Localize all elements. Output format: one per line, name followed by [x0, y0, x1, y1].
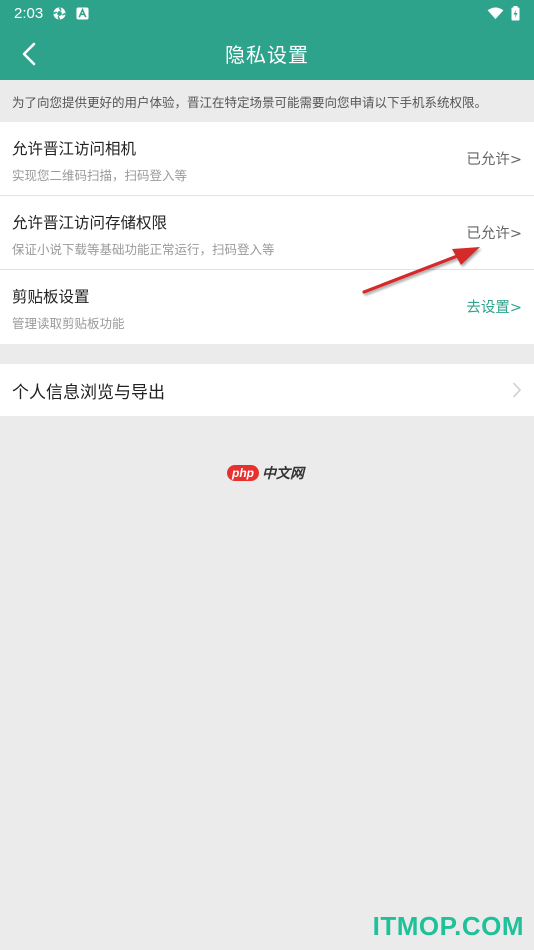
notice-text: 为了向您提供更好的用户体验，晋江在特定场景可能需要向您申请以下手机系统权限。	[0, 80, 534, 122]
annotation-arrow-icon	[362, 247, 480, 294]
permission-title: 允许晋江访问相机	[12, 140, 137, 158]
page-title: 隐私设置	[225, 43, 309, 67]
permission-description: 保证小说下载等基础功能正常运行，扫码登入等	[12, 242, 275, 257]
permission-description: 管理读取剪贴板功能	[12, 316, 125, 331]
permission-list: 允许晋江访问相机 实现您二维码扫描，扫码登入等 已允许> 允许晋江访问存储权限 …	[0, 122, 534, 344]
a-notification-icon	[76, 7, 89, 20]
php-badge: php	[227, 465, 259, 481]
clipboard-settings-link[interactable]: 去设置>	[466, 296, 522, 317]
personal-info-export-row[interactable]: 个人信息浏览与导出	[0, 364, 534, 416]
watermark: ITMOP.COM	[372, 911, 524, 941]
battery-charging-icon	[511, 6, 520, 21]
permission-description: 实现您二维码扫描，扫码登入等	[12, 168, 188, 183]
logo-text: 中文网	[262, 466, 304, 482]
permission-item-camera[interactable]: 允许晋江访问相机 实现您二维码扫描，扫码登入等 已允许>	[0, 122, 534, 196]
wifi-icon	[487, 7, 504, 20]
permission-title: 剪贴板设置	[12, 288, 90, 306]
status-time: 2:03	[14, 5, 44, 22]
permission-title: 允许晋江访问存储权限	[12, 214, 168, 232]
php-cn-logo: php 中文网	[227, 463, 304, 483]
chevron-right-icon	[512, 382, 522, 398]
chevron-left-icon	[22, 42, 36, 66]
settings-gear-icon	[52, 6, 67, 21]
permission-status[interactable]: 已允许>	[466, 148, 522, 169]
nav-bar: 隐私设置	[0, 27, 534, 80]
status-bar: 2:03	[0, 0, 534, 27]
back-button[interactable]	[14, 39, 44, 69]
personal-info-label: 个人信息浏览与导出	[12, 382, 165, 403]
